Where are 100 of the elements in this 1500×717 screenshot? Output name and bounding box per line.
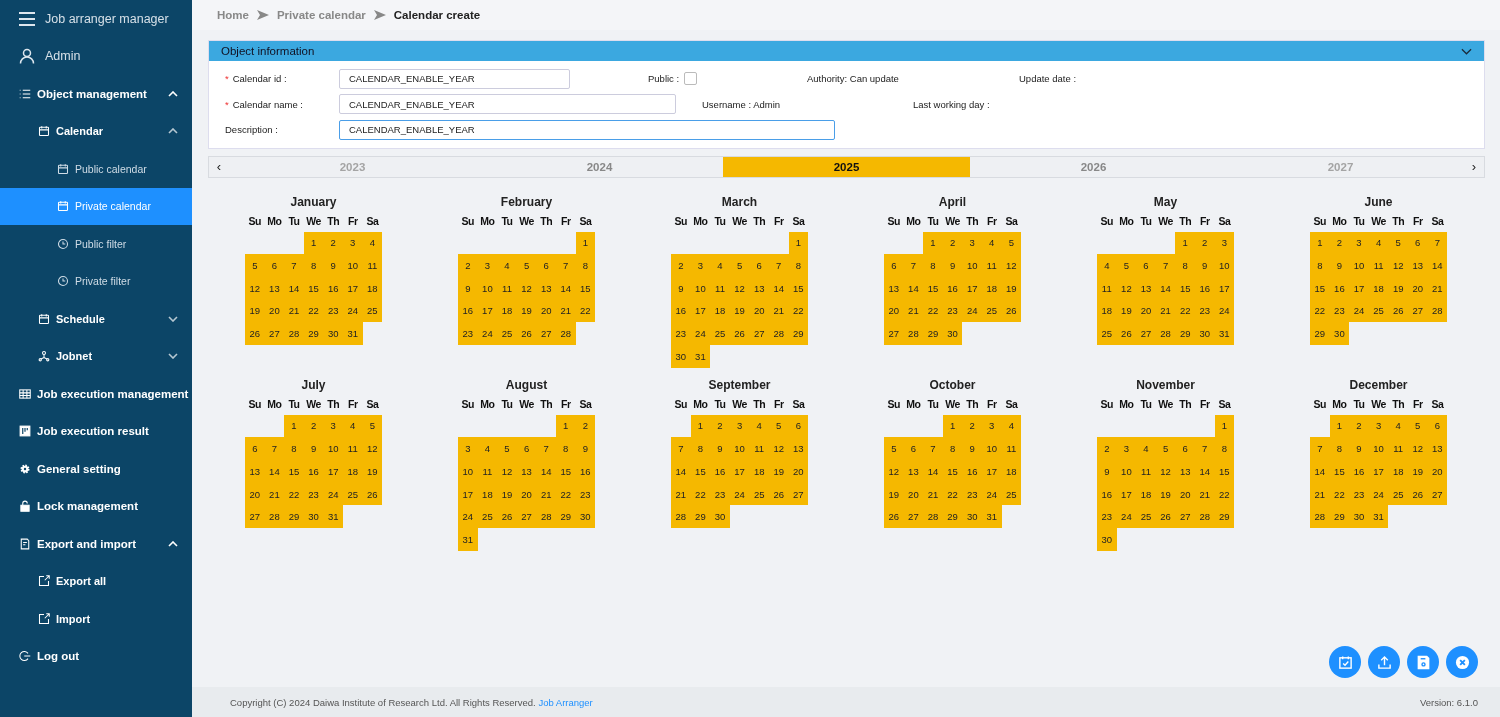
day-cell[interactable]: 18 (749, 460, 769, 483)
day-cell[interactable]: 19 (245, 299, 265, 323)
day-cell[interactable]: 1 (555, 414, 576, 438)
day-cell[interactable]: 2 (671, 254, 691, 277)
day-cell[interactable]: 31 (342, 322, 363, 345)
day-cell[interactable]: 6 (245, 437, 265, 460)
day-cell[interactable]: 26 (1116, 322, 1137, 345)
day-cell[interactable]: 10 (1116, 460, 1137, 483)
day-cell[interactable]: 6 (264, 254, 285, 277)
day-cell[interactable]: 23 (458, 322, 478, 345)
day-cell[interactable]: 11 (981, 254, 1002, 277)
day-cell[interactable]: 12 (1001, 254, 1022, 277)
nav-item[interactable]: Export all (0, 562, 192, 600)
day-cell[interactable]: 6 (1175, 437, 1195, 460)
day-cell[interactable]: 6 (1427, 414, 1448, 438)
day-cell[interactable]: 29 (1175, 322, 1195, 345)
day-cell[interactable]: 20 (1427, 460, 1448, 483)
day-cell[interactable]: 29 (923, 322, 943, 345)
day-cell[interactable]: 27 (536, 322, 556, 345)
day-cell[interactable]: 12 (884, 460, 904, 483)
day-cell[interactable]: 2 (942, 231, 963, 255)
day-cell[interactable]: 17 (1349, 276, 1369, 300)
day-cell[interactable]: 4 (362, 231, 383, 255)
day-cell[interactable]: 26 (497, 505, 517, 529)
day-cell[interactable]: 25 (497, 322, 517, 345)
day-cell[interactable]: 28 (536, 505, 556, 529)
day-cell[interactable]: 1 (1175, 231, 1195, 255)
day-cell[interactable]: 16 (1097, 482, 1117, 506)
day-cell[interactable]: 31 (458, 528, 478, 551)
nav-item[interactable]: Public filter (0, 225, 192, 263)
day-cell[interactable]: 3 (477, 254, 498, 277)
day-cell[interactable]: 20 (536, 299, 556, 323)
nav-item[interactable]: Job execution result (0, 412, 192, 450)
day-cell[interactable]: 1 (284, 414, 304, 438)
day-cell[interactable]: 28 (671, 505, 691, 529)
day-cell[interactable]: 22 (1175, 299, 1195, 323)
day-cell[interactable]: 27 (749, 322, 769, 345)
day-cell[interactable]: 15 (690, 460, 711, 483)
day-cell[interactable]: 1 (942, 414, 963, 438)
day-cell[interactable]: 24 (458, 505, 478, 529)
text-field[interactable]: CALENDAR_ENABLE_YEAR (339, 68, 570, 89)
day-cell[interactable]: 17 (981, 460, 1002, 483)
day-cell[interactable]: 30 (962, 505, 982, 529)
day-cell[interactable]: 6 (884, 254, 904, 277)
day-cell[interactable]: 2 (458, 254, 478, 277)
day-cell[interactable]: 30 (942, 322, 963, 345)
day-cell[interactable]: 8 (923, 254, 943, 277)
day-cell[interactable]: 17 (458, 482, 478, 506)
day-cell[interactable]: 1 (1310, 231, 1330, 255)
day-cell[interactable]: 19 (884, 482, 904, 506)
day-cell[interactable]: 3 (1214, 231, 1235, 255)
user-name[interactable]: Admin (45, 49, 81, 64)
day-cell[interactable]: 23 (1097, 505, 1117, 529)
day-cell[interactable]: 22 (1310, 299, 1330, 323)
day-cell[interactable]: 28 (768, 322, 789, 345)
day-cell[interactable]: 28 (284, 322, 304, 345)
day-cell[interactable]: 16 (458, 299, 478, 323)
day-cell[interactable]: 1 (788, 231, 809, 255)
day-cell[interactable]: 16 (323, 276, 343, 300)
day-cell[interactable]: 23 (962, 482, 982, 506)
day-cell[interactable]: 2 (710, 414, 730, 438)
day-cell[interactable]: 21 (284, 299, 304, 323)
day-cell[interactable]: 18 (710, 299, 730, 323)
day-cell[interactable]: 11 (497, 276, 517, 300)
day-cell[interactable]: 27 (1175, 505, 1195, 529)
day-cell[interactable]: 20 (884, 299, 904, 323)
day-cell[interactable]: 3 (729, 414, 750, 438)
day-cell[interactable]: 9 (323, 254, 343, 277)
day-cell[interactable]: 11 (710, 276, 730, 300)
day-cell[interactable]: 12 (1155, 460, 1176, 483)
day-cell[interactable]: 3 (342, 231, 363, 255)
day-cell[interactable]: 22 (923, 299, 943, 323)
day-cell[interactable]: 3 (458, 437, 478, 460)
day-cell[interactable]: 4 (1097, 254, 1117, 277)
day-cell[interactable]: 28 (555, 322, 576, 345)
save-button[interactable] (1407, 646, 1439, 678)
day-cell[interactable]: 25 (1388, 482, 1408, 506)
day-cell[interactable]: 14 (1310, 460, 1330, 483)
day-cell[interactable]: 25 (1097, 322, 1117, 345)
day-cell[interactable]: 12 (1388, 254, 1408, 277)
day-cell[interactable]: 26 (884, 505, 904, 529)
day-cell[interactable]: 3 (323, 414, 343, 438)
nav-item[interactable]: Calendar (0, 112, 192, 150)
day-cell[interactable]: 4 (1388, 414, 1408, 438)
text-field[interactable]: CALENDAR_ENABLE_YEAR (339, 94, 676, 115)
close-button[interactable] (1446, 646, 1478, 678)
day-cell[interactable]: 19 (362, 460, 383, 483)
day-cell[interactable]: 13 (884, 276, 904, 300)
day-cell[interactable]: 29 (1310, 322, 1330, 345)
day-cell[interactable]: 10 (962, 254, 982, 277)
nav-item[interactable]: Object management (0, 75, 192, 113)
day-cell[interactable]: 7 (1310, 437, 1330, 460)
day-cell[interactable]: 2 (1194, 231, 1215, 255)
day-cell[interactable]: 26 (516, 322, 537, 345)
day-cell[interactable]: 23 (671, 322, 691, 345)
day-cell[interactable]: 20 (749, 299, 769, 323)
day-cell[interactable]: 7 (923, 437, 943, 460)
day-cell[interactable]: 2 (575, 414, 596, 438)
day-cell[interactable]: 5 (245, 254, 265, 277)
day-cell[interactable]: 3 (1349, 231, 1369, 255)
